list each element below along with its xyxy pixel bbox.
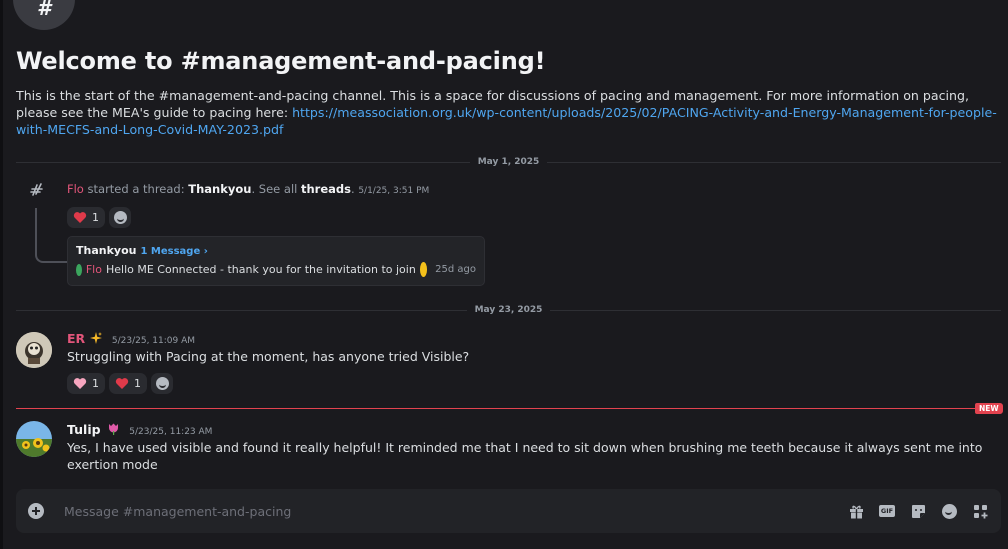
welcome-description: This is the start of the #management-and…: [16, 87, 1001, 138]
thread-message-count[interactable]: 1 Message ›: [140, 246, 207, 257]
message-tulip: Tulip 5/23/25, 11:23 AM Yes, I have used…: [16, 420, 1001, 480]
discord-avatar-icon: [76, 263, 82, 276]
date-divider: May 1, 2025: [16, 155, 1001, 169]
sparkles-icon: [89, 332, 102, 344]
thread-card-author: Flo: [85, 263, 102, 276]
date-divider-label: May 1, 2025: [477, 157, 540, 167]
channel-hash-avatar: #: [13, 0, 75, 30]
reaction-pink-heart[interactable]: 1: [67, 373, 105, 394]
gif-button[interactable]: GIF: [878, 502, 896, 520]
reaction-red-heart[interactable]: 1: [109, 373, 147, 394]
avatar-image: [16, 332, 52, 368]
new-messages-badge: NEW: [975, 403, 1003, 414]
red-heart-icon: [73, 212, 87, 223]
reaction-count: 1: [134, 377, 141, 390]
add-reaction-icon: [113, 211, 127, 224]
message-text: Struggling with Pacing at the moment, ha…: [67, 349, 470, 364]
thread-started-message: Flo started a thread: Thankyou. See all …: [67, 182, 430, 196]
message-author[interactable]: Tulip 5/23/25, 11:23 AM: [67, 422, 212, 437]
message-er: ER 5/23/25, 11:09 AM Struggling with Pac…: [16, 329, 1001, 399]
apps-icon: [973, 504, 987, 518]
tulip-icon: [108, 423, 118, 435]
apps-button[interactable]: [971, 502, 989, 520]
pink-heart-icon: [73, 378, 87, 389]
reaction-red-heart[interactable]: 1: [67, 207, 105, 228]
message-timestamp: 5/23/25, 11:23 AM: [129, 427, 213, 437]
emoji-button[interactable]: [940, 502, 958, 520]
thread-card-title: Thankyou: [76, 244, 137, 257]
message-input[interactable]: [64, 503, 834, 519]
gif-icon: GIF: [878, 505, 896, 517]
message-composer: GIF: [16, 489, 1001, 533]
thread-preview-card[interactable]: Thankyou 1 Message › Flo Hello ME Connect…: [67, 236, 485, 286]
thread-card-ago: 25d ago: [435, 264, 476, 275]
reaction-count: 1: [92, 211, 99, 224]
slightly-smiling-face-icon: [419, 262, 428, 277]
gift-icon: [849, 505, 863, 519]
thread-card-preview: Hello ME Connected - thank you for the i…: [105, 263, 416, 276]
avatar[interactable]: [16, 332, 52, 368]
reaction-bar: 1: [67, 207, 131, 228]
sticker-button[interactable]: [909, 502, 927, 520]
message-timestamp: 5/23/25, 11:09 AM: [111, 336, 196, 346]
avatar[interactable]: [16, 421, 52, 457]
thread-icon: [30, 183, 43, 196]
thread-author[interactable]: Flo: [67, 182, 84, 196]
avatar-image: [16, 421, 52, 457]
date-divider-label: May 23, 2025: [474, 305, 543, 315]
add-reaction-button[interactable]: [151, 373, 173, 394]
sticker-icon: [911, 504, 925, 518]
reaction-bar: 1 1: [67, 373, 173, 394]
message-author[interactable]: ER 5/23/25, 11:09 AM: [67, 331, 195, 346]
red-heart-icon: [115, 378, 129, 389]
new-messages-line: [16, 408, 992, 409]
welcome-title: Welcome to #management-and-pacing!: [16, 47, 546, 75]
gift-button[interactable]: [847, 502, 865, 520]
app-frame: # Welcome to #management-and-pacing! Thi…: [0, 0, 1008, 549]
add-reaction-icon: [155, 377, 169, 390]
see-all-threads-link[interactable]: threads: [301, 182, 351, 196]
thread-connector: [35, 208, 67, 263]
message-timestamp: 5/1/25, 3:51 PM: [358, 186, 430, 196]
reaction-count: 1: [92, 377, 99, 390]
upload-plus-button[interactable]: [28, 503, 44, 519]
date-divider: May 23, 2025: [16, 303, 1002, 317]
emoji-icon: [941, 503, 957, 519]
thread-name-link[interactable]: Thankyou: [188, 182, 251, 196]
add-reaction-button[interactable]: [109, 207, 131, 228]
chat-panel: # Welcome to #management-and-pacing! Thi…: [3, 0, 1008, 549]
message-text: Yes, I have used visible and found it re…: [67, 440, 983, 472]
hash-icon: #: [37, 0, 51, 20]
